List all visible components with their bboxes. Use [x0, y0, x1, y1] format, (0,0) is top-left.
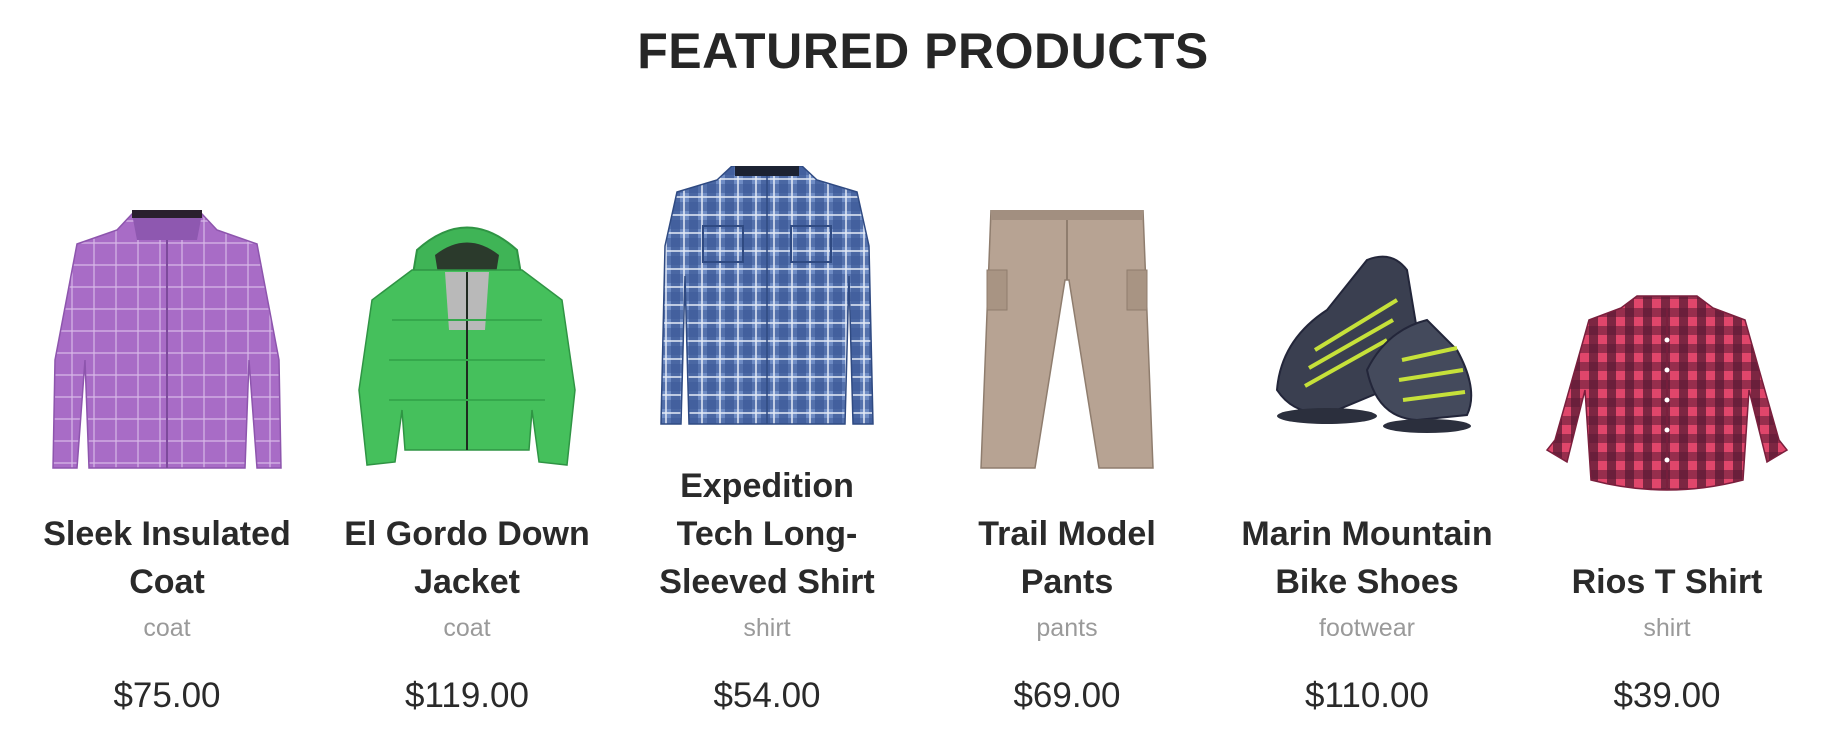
- green-down-jacket-image[interactable]: [317, 210, 617, 470]
- product-price: $39.00: [1613, 676, 1721, 715]
- product-category: footwear: [1319, 614, 1415, 642]
- bike-shoes-image[interactable]: [1217, 240, 1517, 460]
- product-title-line[interactable]: Rios T Shirt: [1572, 563, 1763, 601]
- product-title-line[interactable]: Sleek Insulated: [43, 515, 291, 553]
- product-title[interactable]: Trail Model Pants: [917, 510, 1217, 606]
- section-title: FEATURED PRODUCTS: [637, 23, 1209, 79]
- product-category: coat: [443, 614, 491, 642]
- product-title[interactable]: Expedition Tech Long- Sleeved Shirt: [617, 462, 917, 606]
- product-card[interactable]: Sleek Insulated Coat coat $75.00: [17, 150, 317, 735]
- purple-plaid-coat-image[interactable]: [17, 210, 317, 470]
- product-price: $110.00: [1305, 676, 1429, 715]
- product-title[interactable]: Sleek Insulated Coat: [17, 510, 317, 606]
- product-title-line[interactable]: Coat: [129, 563, 205, 601]
- product-price: $119.00: [405, 676, 529, 715]
- product-card[interactable]: Trail Model Pants pants $69.00: [917, 150, 1217, 735]
- product-price: $75.00: [113, 676, 221, 715]
- product-price: $54.00: [713, 676, 821, 715]
- pink-plaid-shirt-image[interactable]: [1517, 290, 1817, 500]
- product-title[interactable]: El Gordo Down Jacket: [317, 510, 617, 606]
- product-title-line[interactable]: Bike Shoes: [1275, 563, 1458, 601]
- product-title-line[interactable]: Pants: [1021, 563, 1114, 601]
- product-card[interactable]: El Gordo Down Jacket coat $119.00: [317, 150, 617, 735]
- product-category: shirt: [1643, 614, 1691, 642]
- product-category: coat: [143, 614, 191, 642]
- product-title-line[interactable]: Expedition: [680, 467, 854, 505]
- product-card[interactable]: Marin Mountain Bike Shoes footwear $110.0…: [1217, 150, 1517, 735]
- product-title-line[interactable]: Trail Model: [978, 515, 1156, 553]
- product-title[interactable]: Rios T Shirt: [1517, 558, 1817, 606]
- product-category: shirt: [743, 614, 791, 642]
- product-title-line[interactable]: Tech Long-: [677, 515, 858, 553]
- blue-plaid-shirt-image[interactable]: [617, 166, 917, 426]
- product-price: $69.00: [1013, 676, 1121, 715]
- product-card[interactable]: Expedition Tech Long- Sleeved Shirt shirt …: [617, 150, 917, 735]
- product-card[interactable]: Rios T Shirt shirt $39.00: [1517, 150, 1817, 735]
- product-title[interactable]: Marin Mountain Bike Shoes: [1217, 510, 1517, 606]
- product-title-line[interactable]: Jacket: [414, 563, 520, 601]
- product-grid: Sleek Insulated Coat coat $75.00 El Gordo…: [0, 150, 1846, 740]
- khaki-pants-image[interactable]: [917, 210, 1217, 470]
- product-title-line[interactable]: El Gordo Down: [344, 515, 590, 553]
- product-title-line[interactable]: Sleeved Shirt: [659, 563, 874, 601]
- product-title-line[interactable]: Marin Mountain: [1241, 515, 1492, 553]
- product-category: pants: [1036, 614, 1098, 642]
